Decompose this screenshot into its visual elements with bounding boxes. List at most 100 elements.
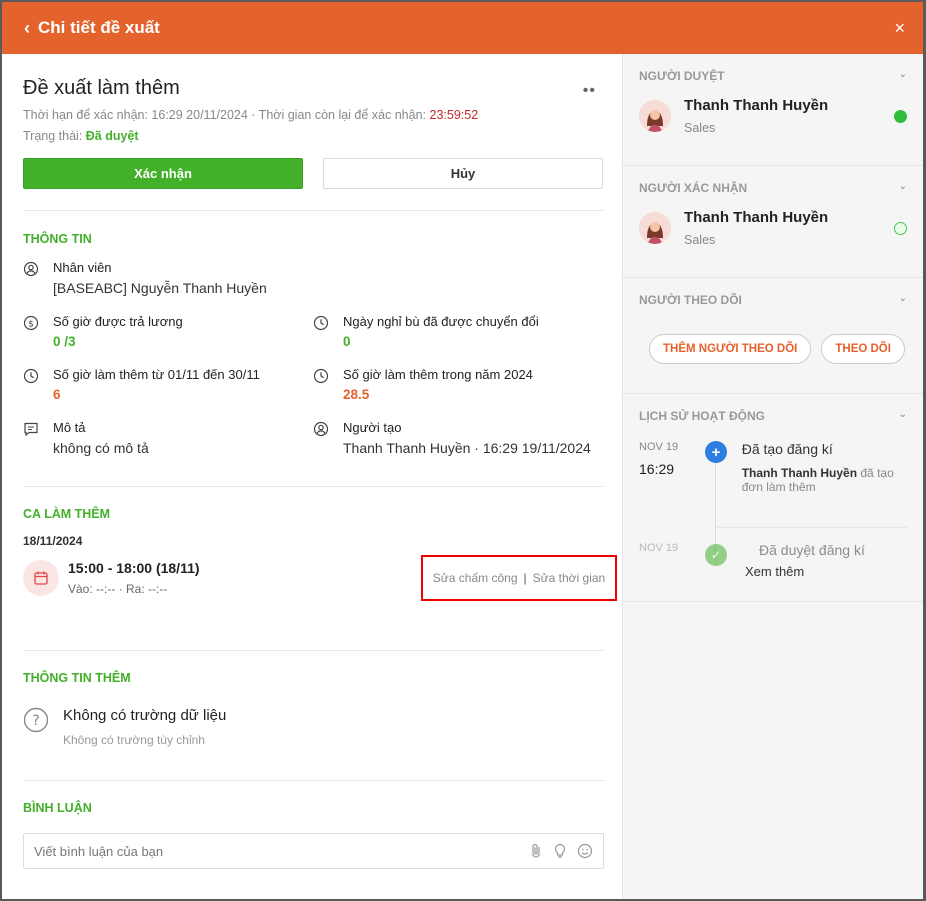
lightbulb-icon[interactable] bbox=[553, 843, 567, 859]
confirmer-name: Thanh Thanh Huyền bbox=[684, 209, 829, 226]
converted-days-field: Ngày nghỉ bù đã được chuyển đổi 0 bbox=[313, 314, 603, 349]
approver-role: Sales bbox=[684, 121, 716, 135]
chevron-down-icon[interactable]: ⌄ bbox=[899, 69, 907, 83]
timeline-hour: 16:29 bbox=[639, 461, 675, 477]
empty-title: Không có trường dữ liệu bbox=[63, 707, 227, 724]
status-dot bbox=[894, 221, 907, 235]
creator-value: Thanh Thanh Huyền · 16:29 19/11/2024 bbox=[343, 440, 591, 456]
separator: | bbox=[523, 571, 527, 585]
comment-section-title: BÌNH LUẬN bbox=[23, 801, 92, 815]
shift-actions-highlight: Sửa chấm công | Sửa thời gian bbox=[421, 555, 617, 601]
comment-placeholder: Viết bình luận của bạn bbox=[34, 843, 164, 859]
employee-value: [BASEABC] Nguyễn Thanh Huyền bbox=[53, 280, 267, 296]
shift-section-title: CA LÀM THÊM bbox=[23, 507, 111, 521]
chevron-down-icon[interactable]: ⌄ bbox=[899, 181, 907, 195]
status-badge: Đã duyệt bbox=[85, 129, 139, 143]
edit-time-link[interactable]: Sửa thời gian bbox=[533, 571, 606, 585]
emoji-icon[interactable] bbox=[577, 843, 593, 859]
empty-subtitle: Không có trường tùy chỉnh bbox=[63, 733, 205, 747]
timeline-date: NOV 19 bbox=[639, 441, 679, 453]
creator-label: Người tạo bbox=[343, 420, 402, 435]
confirmer-person: Thanh Thanh Huyền Sales bbox=[639, 209, 907, 247]
description-field: Mô tả không có mô tả bbox=[23, 420, 313, 456]
ot-year-field: Số giờ làm thêm trong năm 2024 28.5 bbox=[313, 367, 603, 402]
activity-timeline: NOV 19 16:29 + Đã tạo đăng kí Thanh Than… bbox=[639, 441, 907, 582]
ot-month-value: 6 bbox=[53, 387, 61, 402]
followers-title: NGƯỜI THEO DÕI bbox=[639, 293, 742, 307]
sidebar: NGƯỜI DUYỆT ⌄ Thanh Thanh Huyền Sales NGƯ… bbox=[622, 54, 923, 899]
approver-name: Thanh Thanh Huyền bbox=[684, 97, 829, 114]
attachment-icon[interactable] bbox=[529, 843, 543, 859]
back-icon[interactable]: ‹ bbox=[24, 19, 30, 37]
employee-label: Nhân viên bbox=[53, 260, 112, 275]
confirmer-role: Sales bbox=[684, 233, 716, 247]
calendar-icon bbox=[23, 560, 59, 596]
status-dot bbox=[894, 109, 907, 123]
divider bbox=[717, 527, 907, 528]
empty-state: ? Không có trường dữ liệu Không có trườn… bbox=[23, 707, 604, 747]
creator-field: Người tạo Thanh Thanh Huyền · 16:29 19/1… bbox=[313, 420, 603, 456]
remaining-time: 23:59:52 bbox=[429, 108, 479, 122]
proposal-title: Đề xuất làm thêm bbox=[23, 77, 180, 99]
edit-attendance-link[interactable]: Sửa chấm công bbox=[433, 571, 518, 585]
main-content: Đề xuất làm thêm •• Thời hạn để xác nhận… bbox=[2, 54, 622, 899]
timeline-date: NOV 19 bbox=[639, 542, 679, 554]
paid-hours-label: Số giờ được trả lương bbox=[53, 314, 183, 329]
paid-hours-field: $ Số giờ được trả lương 0 /3 bbox=[23, 314, 313, 349]
clock-icon bbox=[23, 368, 39, 384]
ot-month-label: Số giờ làm thêm từ 01/11 đến 30/11 bbox=[53, 367, 260, 382]
timeline-desc: Thanh Thanh Huyền đã tạo đơn làm thêm bbox=[742, 466, 907, 495]
add-follower-button[interactable]: THÊM NGƯỜI THEO DÕI bbox=[649, 334, 812, 364]
converted-days-value: 0 bbox=[343, 334, 351, 349]
info-section-title: THÔNG TIN bbox=[23, 232, 92, 246]
timeline-actor: Thanh Thanh Huyền bbox=[741, 466, 858, 480]
question-icon: ? bbox=[23, 707, 49, 733]
status-text: Trạng thái: Đã duyệt bbox=[23, 129, 604, 143]
status-label: Trạng thái: bbox=[23, 129, 86, 143]
clock-icon bbox=[313, 315, 329, 331]
avatar bbox=[639, 100, 671, 132]
deadline-text: Thời hạn để xác nhận: 16:29 20/11/2024 ·… bbox=[23, 108, 604, 122]
extra-section-title: THÔNG TIN THÊM bbox=[23, 671, 131, 685]
cancel-button[interactable]: Hủy bbox=[323, 158, 603, 189]
chevron-down-icon[interactable]: ⌄ bbox=[899, 293, 907, 307]
description-value: không có mô tả bbox=[53, 440, 149, 456]
shift-checkin: Vào: --:-- · Ra: --:-- bbox=[68, 582, 168, 596]
converted-days-label: Ngày nghỉ bù đã được chuyển đổi bbox=[343, 314, 539, 329]
ot-year-value: 28.5 bbox=[343, 387, 370, 402]
svg-text:?: ? bbox=[32, 713, 39, 729]
timeline-title: Đã duyệt đăng kí bbox=[759, 542, 865, 558]
chevron-down-icon[interactable]: ⌄ bbox=[899, 409, 907, 423]
dollar-circle-icon: $ bbox=[23, 315, 39, 331]
timeline-title: Đã tạo đăng kí bbox=[741, 441, 833, 457]
plus-icon: + bbox=[705, 441, 727, 463]
confirmer-panel: NGƯỜI XÁC NHẬN ⌄ Thanh Thanh Huyền Sales bbox=[623, 166, 923, 278]
confirmer-title: NGƯỜI XÁC NHẬN bbox=[639, 181, 748, 195]
close-icon[interactable]: × bbox=[894, 18, 905, 39]
approver-panel: NGƯỜI DUYỆT ⌄ Thanh Thanh Huyền Sales bbox=[623, 54, 923, 166]
history-title: LỊCH SỬ HOẠT ĐỘNG bbox=[639, 409, 765, 423]
ot-month-field: Số giờ làm thêm từ 01/11 đến 30/11 6 bbox=[23, 367, 313, 402]
ot-year-label: Số giờ làm thêm trong năm 2024 bbox=[343, 367, 533, 382]
more-options-icon[interactable]: •• bbox=[583, 82, 596, 100]
approver-title: NGƯỜI DUYỆT bbox=[639, 69, 725, 83]
clock-icon bbox=[313, 368, 329, 384]
proposal-detail-modal: ‹ Chi tiết đề xuất × Đề xuất làm thêm ••… bbox=[2, 2, 923, 899]
followers-panel: NGƯỜI THEO DÕI ⌄ THÊM NGƯỜI THEO DÕI THEO… bbox=[623, 278, 923, 394]
divider bbox=[23, 210, 604, 211]
modal-title: Chi tiết đề xuất bbox=[38, 18, 160, 37]
shift-time: 15:00 - 18:00 (18/11) bbox=[68, 560, 200, 576]
history-panel: LỊCH SỬ HOẠT ĐỘNG ⌄ NOV 19 16:29 + Đã tạo… bbox=[623, 394, 923, 602]
confirm-button[interactable]: Xác nhận bbox=[23, 158, 303, 189]
divider bbox=[23, 650, 604, 651]
deadline-label: Thời hạn để xác nhận: 16:29 20/11/2024 ·… bbox=[23, 108, 430, 122]
message-icon bbox=[24, 422, 38, 437]
employee-field: Nhân viên [BASEABC] Nguyễn Thanh Huyền bbox=[23, 260, 604, 296]
follow-button[interactable]: THEO DÕI bbox=[821, 334, 905, 364]
see-more-link[interactable]: Xem thêm bbox=[745, 564, 804, 579]
user-circle-icon bbox=[313, 421, 329, 437]
paid-hours-value: 0 /3 bbox=[53, 334, 76, 349]
user-circle-icon bbox=[23, 261, 39, 277]
timeline-item: NOV 19 16:29 + Đã tạo đăng kí Thanh Than… bbox=[639, 441, 907, 527]
comment-input[interactable]: Viết bình luận của bạn bbox=[23, 833, 604, 869]
